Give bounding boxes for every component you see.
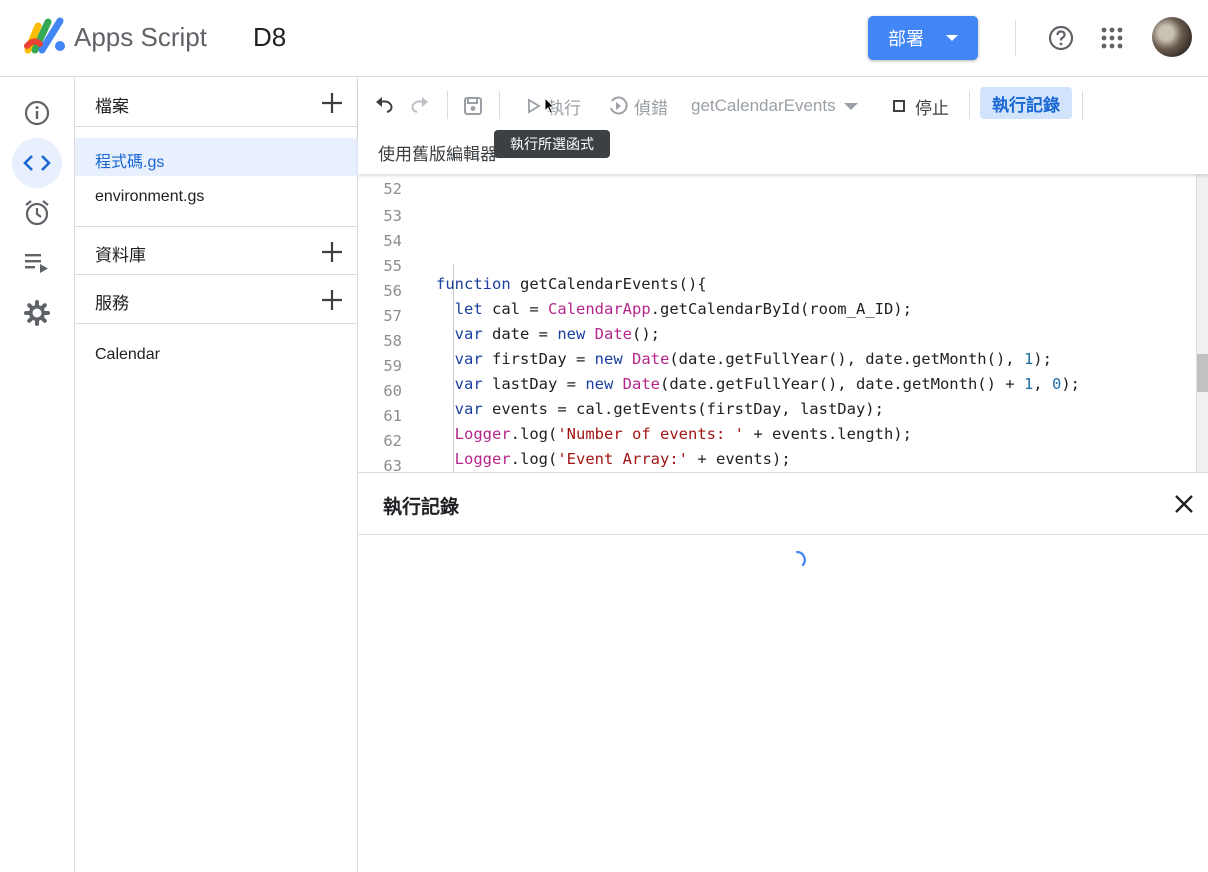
debug-icon [610, 96, 628, 115]
app-name: Apps Script [74, 22, 207, 52]
services-section-header: 服務 [75, 275, 358, 324]
function-select-value: getCalendarEvents [691, 96, 836, 115]
add-library-icon[interactable] [320, 240, 344, 264]
avatar[interactable] [1152, 17, 1192, 57]
execution-log-title: 執行記錄 [383, 497, 460, 518]
file-label: 程式碼.gs [95, 154, 165, 171]
debug-label: 偵錯 [634, 98, 668, 118]
code-line: 56 let cal = CalendarApp.getCalendarById… [358, 264, 1196, 318]
header-divider [1015, 20, 1016, 56]
toolbar-divider [447, 91, 448, 119]
service-item-calendar[interactable]: Calendar [95, 346, 160, 364]
gear-icon [24, 300, 50, 326]
debug-button[interactable]: 偵錯 [608, 92, 668, 120]
files-title: 檔案 [95, 97, 129, 116]
libraries-title: 資料庫 [95, 246, 146, 265]
top-app-bar: Apps Script D8 部署 [0, 0, 1208, 77]
code-line: 59 var lastDay = new Date(date.getFullYe… [358, 339, 1196, 393]
add-file-icon[interactable] [320, 91, 344, 115]
executions-button[interactable] [12, 238, 62, 288]
files-panel: 檔案 程式碼.gs environment.gs 資料庫 服務 Calendar [75, 78, 358, 872]
undo-icon[interactable] [374, 92, 396, 120]
chevron-down-icon [843, 102, 858, 110]
deploy-label: 部署 [888, 29, 924, 49]
overview-button[interactable] [12, 88, 62, 138]
toolbar-divider [499, 91, 500, 119]
navigation-rail [0, 78, 75, 872]
triggers-button[interactable] [12, 188, 62, 238]
apps-script-logo-icon [24, 17, 65, 54]
services-title: 服務 [95, 294, 129, 313]
code-line: 53 [358, 189, 1196, 225]
loading-spinner-icon [795, 550, 806, 567]
editor-button[interactable] [12, 138, 62, 188]
code-line: 64 [358, 464, 1196, 472]
help-icon[interactable] [1047, 24, 1075, 52]
file-item-code-gs[interactable]: 程式碼.gs [75, 138, 358, 176]
toolbar-divider [969, 91, 970, 119]
stop-icon [893, 100, 905, 112]
file-item-environment-gs[interactable]: environment.gs [75, 178, 358, 216]
scrollbar-thumb[interactable] [1197, 354, 1208, 392]
file-label: environment.gs [95, 188, 205, 205]
execution-log-button[interactable]: 執行記錄 [980, 87, 1072, 119]
editor-toolbar: 執行 偵錯 getCalendarEvents 停止 執行記錄 使用舊版編輯器 [358, 78, 1208, 174]
stop-label: 停止 [915, 98, 949, 118]
code-line: 57 var date = new Date(); [358, 289, 1196, 343]
save-icon[interactable] [462, 92, 484, 120]
stop-button[interactable]: 停止 [893, 92, 949, 120]
vertical-scrollbar[interactable] [1196, 174, 1208, 472]
info-icon [24, 100, 50, 126]
code-line: 58 var firstDay = new Date(date.getFullY… [358, 314, 1196, 368]
function-select[interactable]: getCalendarEvents [691, 92, 858, 120]
mouse-pointer-icon [544, 97, 556, 115]
playlist-play-icon [25, 254, 48, 273]
files-section-header: 檔案 [75, 78, 358, 127]
dropdown-arrow-icon [946, 35, 958, 41]
run-tooltip: 執行所選函式 [494, 130, 610, 158]
code-line: 62 Logger.log('Event Array:' + events); [358, 414, 1196, 468]
code-editor[interactable]: 52 53 54 55 function getCalendarEvents()… [358, 174, 1208, 472]
add-service-icon[interactable] [320, 288, 344, 312]
code-line: 60 var events = cal.getEvents(firstDay, … [358, 364, 1196, 418]
settings-button[interactable] [12, 288, 62, 338]
deploy-button[interactable]: 部署 [868, 16, 978, 60]
libraries-section-header: 資料庫 [75, 226, 358, 275]
code-line: 55 function getCalendarEvents(){ [358, 239, 1196, 293]
execution-log-panel: 執行記錄 [358, 472, 1208, 872]
toolbar-divider [1082, 91, 1083, 119]
execution-log-header: 執行記錄 [358, 473, 1208, 535]
code-icon [23, 155, 51, 171]
code-line: 61 Logger.log('Number of events: ' + eve… [358, 389, 1196, 443]
use-legacy-editor-link[interactable]: 使用舊版編輯器 [378, 140, 497, 165]
google-apps-icon[interactable] [1100, 26, 1124, 50]
code-line: 54 [358, 214, 1196, 250]
code-line: 52 [358, 174, 1196, 198]
redo-icon[interactable] [408, 92, 430, 120]
alarm-clock-icon [25, 200, 49, 226]
code-line: 63 } [358, 439, 1196, 472]
project-name[interactable]: D8 [253, 22, 286, 53]
close-icon[interactable] [1172, 492, 1196, 516]
play-icon [528, 98, 541, 114]
